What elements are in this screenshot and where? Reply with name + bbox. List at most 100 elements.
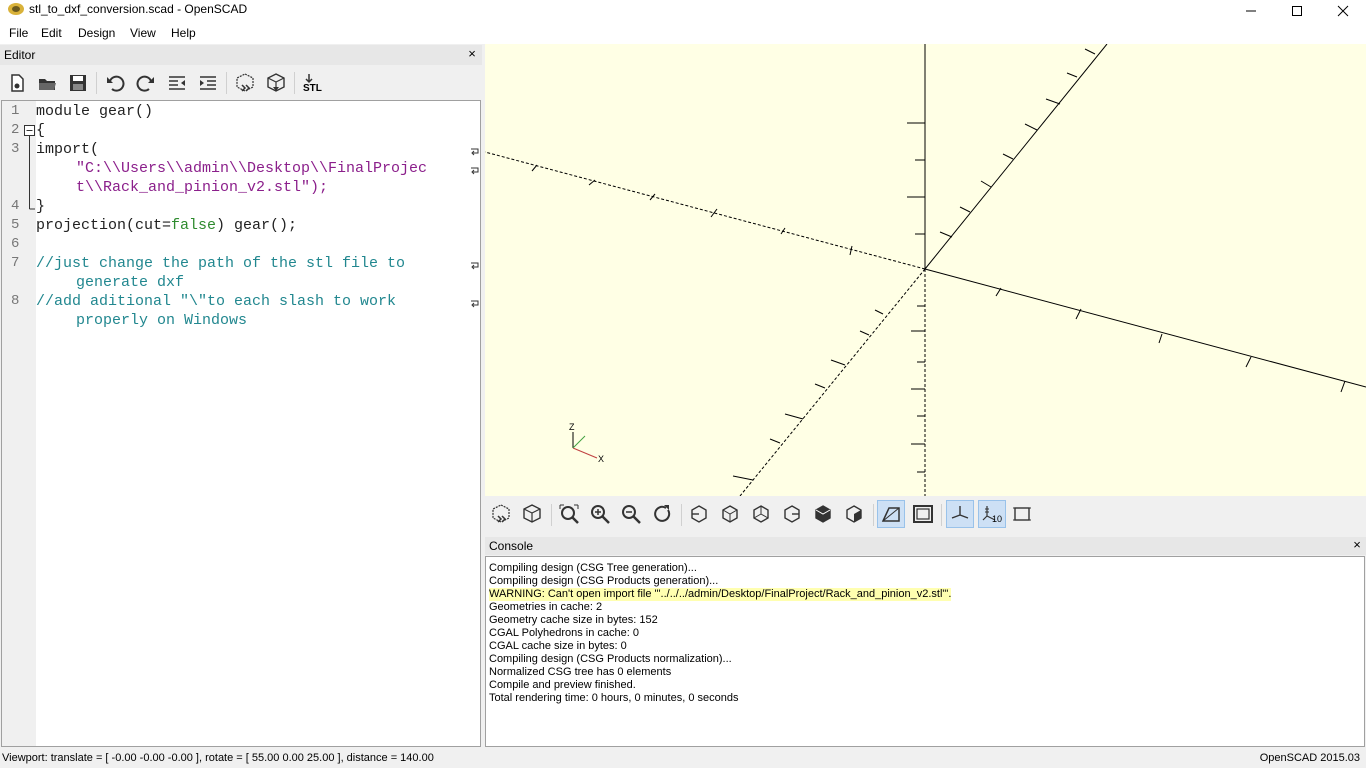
- maximize-button[interactable]: [1274, 0, 1320, 22]
- view-top-button[interactable]: [716, 500, 744, 528]
- console-line: Total rendering time: 0 hours, 0 minutes…: [489, 692, 739, 704]
- wrap-indicator-icon: [471, 262, 479, 270]
- console-title: Console: [489, 539, 534, 553]
- console-warning-line: WARNING: Can't open import file '"../../…: [489, 588, 952, 601]
- new-file-button[interactable]: [4, 70, 30, 96]
- menu-design[interactable]: Design: [78, 26, 115, 40]
- axis-orientation-gizmo: [572, 432, 598, 459]
- line-number: 7: [11, 255, 20, 271]
- export-stl-label: STL: [303, 83, 322, 94]
- view-left-button[interactable]: [778, 500, 806, 528]
- code-line: {: [36, 122, 46, 139]
- minimize-button[interactable]: [1228, 0, 1274, 22]
- show-scale-markers-button[interactable]: 10: [978, 500, 1006, 528]
- x-axis-positive: [924, 268, 1366, 388]
- code-line: //just change the path of the stl file t…: [36, 255, 406, 272]
- console-output[interactable]: Compiling design (CSG Tree generation)..…: [485, 556, 1365, 747]
- menu-bar: File Edit Design View Help: [0, 22, 1366, 44]
- x-axis-negative: [485, 151, 926, 270]
- preview-button[interactable]: [487, 500, 515, 528]
- close-icon: [1337, 5, 1349, 17]
- reset-view-icon: [654, 505, 671, 522]
- view-bottom-button[interactable]: [747, 500, 775, 528]
- view-right-icon: [691, 505, 707, 523]
- preview-icon: [492, 504, 510, 523]
- title-bar: stl_to_dxf_conversion.scad - OpenSCAD: [0, 0, 1366, 22]
- preview-button[interactable]: [232, 70, 258, 96]
- perspective-icon: [881, 507, 900, 522]
- zoom-in-button[interactable]: [586, 500, 614, 528]
- show-edges-button[interactable]: [1008, 500, 1036, 528]
- toolbar-separator: [551, 504, 552, 526]
- open-file-button[interactable]: [34, 70, 60, 96]
- toolbar-separator: [681, 504, 682, 526]
- view-front-button[interactable]: [809, 500, 837, 528]
- open-file-icon: [39, 79, 56, 90]
- code-editor[interactable]: 1 2 3 4 5 6 7 8 module gear() { import( …: [1, 100, 481, 747]
- view-all-button[interactable]: [555, 500, 583, 528]
- view-top-icon: [722, 505, 738, 523]
- editor-toolbar: STL: [0, 66, 482, 100]
- save-button[interactable]: [65, 70, 91, 96]
- console-line: Compiling design (CSG Products normaliza…: [489, 653, 732, 665]
- console-line: CGAL Polyhedrons in cache: 0: [489, 627, 640, 639]
- editor-dock-header: Editor ×: [0, 45, 482, 65]
- undo-icon: [107, 75, 125, 92]
- code-line: t\\Rack_and_pinion_v2.stl");: [76, 179, 329, 196]
- console-line: Geometries in cache: 2: [489, 601, 603, 613]
- 3d-viewport[interactable]: Z X: [485, 44, 1366, 496]
- redo-button[interactable]: [133, 70, 159, 96]
- y-axis-negative: [739, 268, 926, 496]
- editor-close-button[interactable]: ×: [466, 47, 478, 60]
- menu-file[interactable]: File: [9, 26, 28, 40]
- indent-button[interactable]: [195, 70, 221, 96]
- menu-view[interactable]: View: [130, 26, 156, 40]
- perspective-button[interactable]: [877, 500, 905, 528]
- toolbar-separator: [941, 504, 942, 526]
- scale-markers-label: 10: [991, 514, 1002, 524]
- zoom-out-button[interactable]: [617, 500, 645, 528]
- show-axes-button[interactable]: [946, 500, 974, 528]
- render-icon: [267, 73, 285, 92]
- console-line: Compiling design (CSG Tree generation)..…: [489, 562, 697, 574]
- axes-drawing: Z X: [485, 44, 1366, 496]
- view-right-button[interactable]: [685, 500, 713, 528]
- show-axes-icon: [951, 506, 969, 519]
- wrap-indicator-icon: [471, 148, 479, 156]
- line-number: 5: [11, 217, 20, 233]
- version-label: OpenSCAD 2015.03: [1259, 752, 1360, 764]
- code-line: projection(cut=false) gear();: [36, 216, 297, 235]
- undo-button[interactable]: [102, 70, 128, 96]
- preview-icon: [236, 73, 254, 92]
- toolbar-separator: [96, 72, 97, 94]
- fold-collapse-icon[interactable]: [24, 125, 35, 136]
- view-front-icon: [815, 505, 831, 523]
- unindent-button[interactable]: [164, 70, 190, 96]
- toolbar-separator: [873, 504, 874, 526]
- reset-view-button[interactable]: [648, 500, 676, 528]
- menu-edit[interactable]: Edit: [41, 26, 62, 40]
- line-number: 8: [11, 293, 20, 309]
- view-back-button[interactable]: [840, 500, 868, 528]
- line-number: 2: [11, 122, 20, 138]
- render-button[interactable]: [518, 500, 546, 528]
- view-bottom-icon: [753, 505, 769, 523]
- export-stl-button[interactable]: STL: [300, 70, 330, 96]
- orthogonal-button[interactable]: [909, 500, 937, 528]
- console-line: Normalized CSG tree has 0 elements: [489, 666, 672, 678]
- wrap-indicator-icon: [471, 167, 479, 175]
- line-number: 3: [11, 141, 20, 157]
- status-bar: Viewport: translate = [ -0.00 -0.00 -0.0…: [0, 749, 1366, 768]
- console-line: Compile and preview finished.: [489, 679, 636, 691]
- console-close-button[interactable]: ×: [1351, 538, 1363, 551]
- close-window-button[interactable]: [1320, 0, 1366, 22]
- maximize-icon: [1292, 6, 1302, 16]
- code-line: //add aditional "\"to each slash to work: [36, 293, 397, 310]
- axis-gizmo-z-label: Z: [569, 422, 575, 432]
- render-button[interactable]: [263, 70, 289, 96]
- viewport-toolbar: 10: [485, 496, 1366, 532]
- editor-title: Editor: [4, 48, 36, 62]
- code-line: import(: [36, 141, 100, 158]
- menu-help[interactable]: Help: [171, 26, 196, 40]
- fold-line: [29, 136, 35, 210]
